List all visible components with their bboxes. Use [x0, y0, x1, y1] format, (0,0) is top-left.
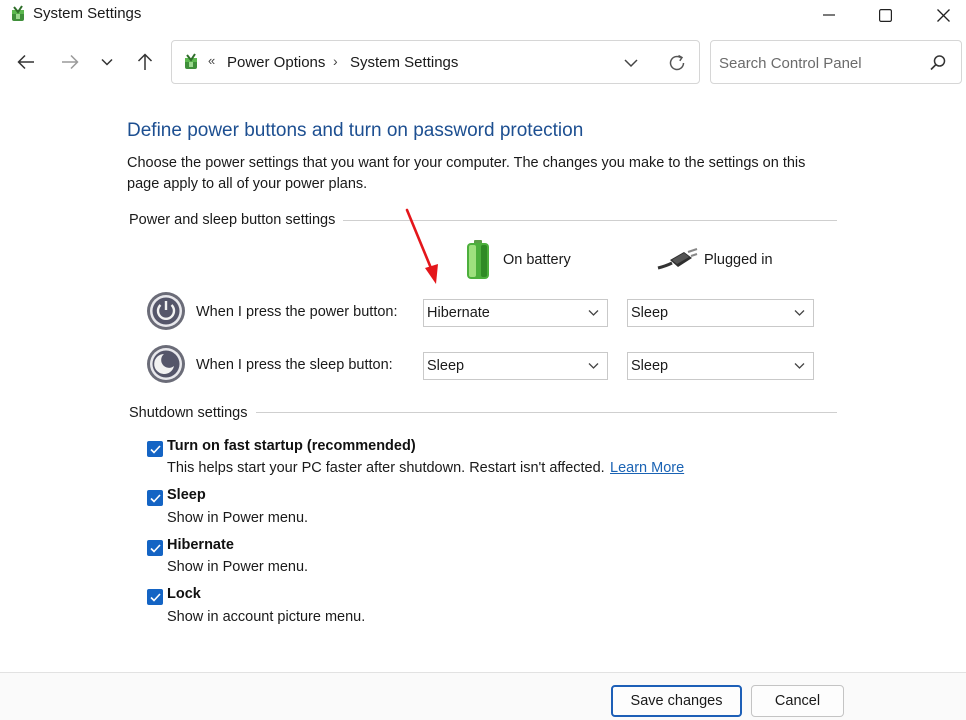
annotation-arrow-icon	[405, 208, 438, 284]
close-button[interactable]	[914, 0, 966, 30]
recent-locations-button[interactable]	[94, 49, 120, 75]
back-button[interactable]	[13, 49, 39, 75]
hibernate-description: Show in Power menu.	[167, 559, 309, 575]
column-on-battery: On battery	[503, 252, 571, 268]
minimize-icon	[823, 14, 835, 16]
sleep-button-icon	[147, 345, 185, 383]
select-value: Hibernate	[427, 305, 490, 321]
search-icon[interactable]	[928, 53, 948, 73]
column-plugged-in: Plugged in	[704, 252, 773, 268]
save-changes-button[interactable]: Save changes	[611, 685, 742, 717]
chevron-down-icon	[588, 363, 599, 369]
chevron-down-icon[interactable]	[621, 53, 641, 73]
address-bar[interactable]: « Power Options › System Settings	[171, 40, 700, 84]
checkmark-icon	[149, 493, 161, 503]
arrow-left-icon	[17, 54, 34, 70]
sleep-button-label: When I press the sleep button:	[196, 357, 393, 373]
breadcrumb-separator: ›	[333, 53, 338, 69]
sleep-description: Show in Power menu.	[167, 510, 309, 526]
hibernate-checkbox[interactable]	[147, 540, 163, 556]
power-plug-icon	[657, 248, 698, 270]
refresh-icon[interactable]	[666, 52, 688, 74]
select-value: Sleep	[631, 358, 669, 374]
fast-startup-checkbox[interactable]	[147, 441, 163, 457]
chevron-down-icon	[101, 58, 113, 66]
maximize-button[interactable]	[856, 0, 914, 30]
shutdown-group-label: Shutdown settings	[129, 405, 256, 421]
power-button-icon	[147, 292, 185, 330]
select-value: Sleep	[427, 358, 465, 374]
sleep-button-plugged-select[interactable]: Sleep	[627, 352, 814, 380]
window-title: System Settings	[33, 5, 142, 22]
forward-button[interactable]	[57, 49, 83, 75]
select-value: Sleep	[631, 305, 669, 321]
arrow-right-icon	[62, 54, 79, 70]
search-input[interactable]	[719, 51, 919, 75]
control-panel-icon	[185, 53, 197, 69]
chevron-down-icon	[588, 310, 599, 316]
learn-more-link[interactable]: Learn More	[610, 460, 684, 476]
sleep-checkbox[interactable]	[147, 490, 163, 506]
fast-startup-label[interactable]: Turn on fast startup (recommended)	[167, 438, 416, 454]
fast-startup-description: This helps start your PC faster after sh…	[167, 460, 605, 476]
power-button-label: When I press the power button:	[196, 304, 398, 320]
lock-description: Show in account picture menu.	[167, 609, 366, 625]
checkmark-icon	[149, 543, 161, 553]
chevron-down-icon	[794, 363, 805, 369]
maximize-icon	[878, 8, 892, 22]
control-panel-icon	[12, 5, 24, 21]
sleep-button-battery-select[interactable]: Sleep	[423, 352, 608, 380]
checkmark-icon	[149, 592, 161, 602]
power-sleep-group-label: Power and sleep button settings	[129, 212, 344, 228]
title-bar: System Settings	[0, 0, 966, 30]
page-description: Choose the power settings that you want …	[127, 155, 806, 192]
cancel-button[interactable]: Cancel	[751, 685, 844, 717]
battery-icon	[467, 240, 489, 279]
lock-label[interactable]: Lock	[167, 586, 201, 602]
search-box[interactable]	[710, 40, 962, 84]
power-button-plugged-select[interactable]: Sleep	[627, 299, 814, 327]
lock-checkbox[interactable]	[147, 589, 163, 605]
arrow-up-icon	[137, 53, 153, 70]
chevron-down-icon	[794, 310, 805, 316]
breadcrumb-system-settings[interactable]: System Settings	[350, 54, 458, 71]
up-button[interactable]	[132, 49, 158, 75]
page-title: Define power buttons and turn on passwor…	[127, 120, 584, 141]
breadcrumb-overflow[interactable]: «	[208, 53, 215, 68]
minimize-button[interactable]	[800, 0, 858, 30]
checkmark-icon	[149, 444, 161, 454]
close-icon	[936, 8, 950, 22]
hibernate-label[interactable]: Hibernate	[167, 537, 234, 553]
breadcrumb-power-options[interactable]: Power Options	[227, 54, 325, 71]
sleep-label[interactable]: Sleep	[167, 487, 206, 503]
navigation-bar: « Power Options › System Settings	[0, 36, 966, 88]
power-button-battery-select[interactable]: Hibernate	[423, 299, 608, 327]
